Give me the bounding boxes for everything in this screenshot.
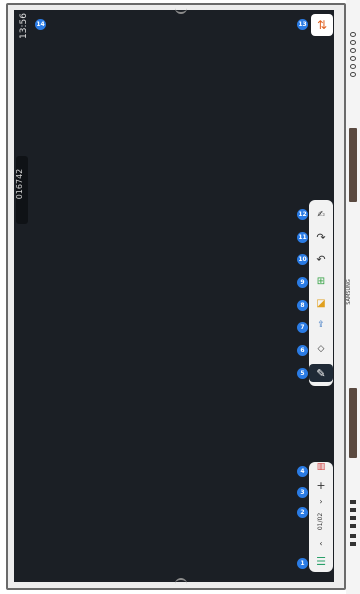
- button-icon: [350, 500, 356, 504]
- callout-badge: 7: [297, 322, 308, 333]
- callout-badge: 10: [297, 254, 308, 265]
- swap-icon[interactable]: ⇅: [311, 14, 333, 36]
- select-icon[interactable]: ✍: [309, 206, 333, 224]
- page-toolbar: ☰ ‹ 01/02 › + ▥: [309, 462, 333, 572]
- brand-label: SAMSUNG: [346, 279, 352, 305]
- usb-port: [349, 388, 357, 458]
- port-icon: [350, 64, 356, 69]
- export-icon[interactable]: ⇪: [309, 316, 333, 334]
- pen-icon[interactable]: ✎: [309, 364, 333, 382]
- callout-badge: 14: [35, 19, 46, 30]
- callout-badge: 3: [297, 487, 308, 498]
- page-indicator: 01/02: [317, 512, 325, 530]
- undo-icon[interactable]: ↶: [309, 250, 333, 268]
- chevron-left-icon[interactable]: ‹: [309, 534, 333, 552]
- chevron-right-icon[interactable]: ›: [309, 492, 333, 510]
- redo-icon[interactable]: ↷: [309, 228, 333, 246]
- port-icon: [350, 48, 356, 53]
- callout-badge: 11: [297, 232, 308, 243]
- hdmi-port: [349, 128, 357, 202]
- callout-badge: 13: [297, 19, 308, 30]
- eraser-icon[interactable]: ◇: [309, 340, 333, 358]
- callout-badge: 9: [297, 277, 308, 288]
- insert-image-icon[interactable]: ⊞: [309, 272, 333, 290]
- whiteboard-canvas[interactable]: [14, 10, 334, 582]
- sticky-note-icon[interactable]: ◪: [309, 294, 333, 312]
- grid-icon[interactable]: ▥: [309, 458, 333, 476]
- clock-time: 13:56: [19, 13, 29, 39]
- callout-badge: 12: [297, 209, 308, 220]
- button-icon: [350, 524, 356, 528]
- bottom-handle: [175, 578, 187, 586]
- port-icon: [350, 72, 356, 77]
- port-icon: [350, 32, 356, 37]
- button-icon: [350, 516, 356, 520]
- port-icon: [350, 40, 356, 45]
- drawing-toolbar: ✎ ◇ ⇪ ◪ ⊞ ↶ ↷ ✍: [309, 200, 333, 386]
- button-icon: [350, 534, 356, 538]
- session-code: 016742: [15, 168, 24, 200]
- callout-badge: 1: [297, 558, 308, 569]
- callout-badge: 2: [297, 507, 308, 518]
- menu-icon[interactable]: ☰: [309, 552, 333, 570]
- callout-badge: 5: [297, 368, 308, 379]
- port-icon: [350, 56, 356, 61]
- plus-icon[interactable]: +: [309, 476, 333, 494]
- callout-badge: 4: [297, 466, 308, 477]
- callout-badge: 6: [297, 345, 308, 356]
- button-icon: [350, 508, 356, 512]
- button-icon: [350, 542, 356, 546]
- callout-badge: 8: [297, 300, 308, 311]
